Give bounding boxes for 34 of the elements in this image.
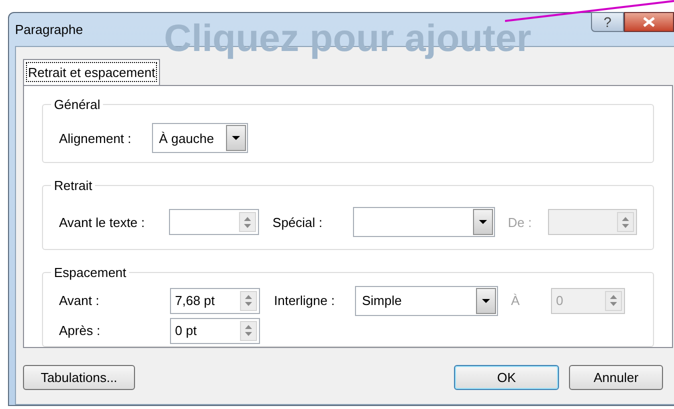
spin-arrows-icon[interactable] <box>240 320 257 341</box>
window-title: Paragraphe <box>15 20 83 39</box>
dropdown-value: Simple <box>361 292 403 310</box>
dropdown-field[interactable]: À gauche <box>152 123 248 154</box>
field-value: 0 <box>555 292 564 310</box>
caret-icon[interactable] <box>226 125 246 152</box>
spin-field[interactable]: 0 pt <box>170 318 260 344</box>
spin-arrows-icon[interactable] <box>240 290 257 311</box>
field-label: Après : <box>59 322 102 340</box>
spin-field[interactable]: 7,68 pt <box>170 288 260 314</box>
caret-icon[interactable] <box>476 288 496 314</box>
tab[interactable]: Retrait et espacement <box>23 59 160 85</box>
spin-field[interactable] <box>169 209 259 236</box>
field-label: À <box>511 292 521 310</box>
caret-icon[interactable] <box>472 209 493 236</box>
dropdown-field[interactable]: Simple <box>355 286 498 316</box>
spin-arrows-icon[interactable] <box>238 212 256 232</box>
field-label: Spécial : <box>272 214 324 232</box>
close-button[interactable] <box>624 12 674 32</box>
help-button[interactable]: ? <box>591 12 624 32</box>
background-text: Cliquez pour ajouter <box>164 17 532 62</box>
cancel-button[interactable]: Annuler <box>569 365 663 390</box>
field-value: 0 pt <box>174 322 198 340</box>
field-value: 7,68 pt <box>174 292 216 310</box>
field-label: Avant le texte : <box>59 214 146 232</box>
field-label: De : <box>508 214 533 232</box>
close-icon <box>643 17 655 27</box>
tabs-button[interactable]: Tabulations... <box>23 365 135 390</box>
dropdown-value: À gauche <box>158 130 215 148</box>
ok-button[interactable]: OK <box>454 365 559 390</box>
field-label: Interligne : <box>274 292 336 310</box>
dropdown-field[interactable] <box>352 207 495 238</box>
field-label: Alignement : <box>59 130 132 148</box>
field-label: Avant : <box>59 292 100 310</box>
